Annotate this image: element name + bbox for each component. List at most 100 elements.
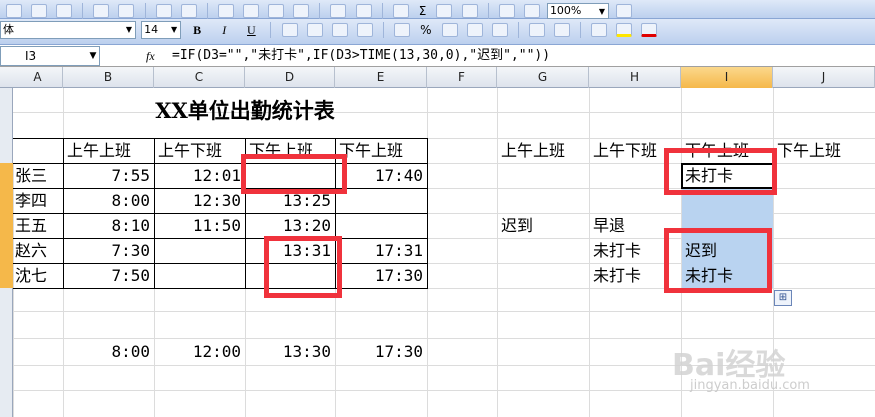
- time-cell[interactable]: 17:31: [335, 240, 423, 262]
- cut-icon[interactable]: [217, 3, 234, 18]
- time-cell[interactable]: [335, 190, 423, 212]
- time-cell[interactable]: 17:40: [335, 165, 423, 187]
- percent-button[interactable]: %: [420, 23, 431, 37]
- autosum-button[interactable]: Σ: [419, 4, 427, 18]
- table-border: [13, 213, 428, 214]
- increase-decimal-icon[interactable]: [466, 22, 483, 37]
- font-size-value: 14: [144, 22, 159, 36]
- print-preview-icon[interactable]: [118, 3, 135, 18]
- format-painter-icon[interactable]: [293, 3, 310, 18]
- time-cell[interactable]: [154, 265, 241, 287]
- align-center-icon[interactable]: [306, 22, 323, 37]
- merge-center-icon[interactable]: [356, 22, 373, 37]
- name-box[interactable]: I3: [0, 46, 100, 66]
- table-border: [13, 288, 428, 289]
- time-cell[interactable]: 7:55: [63, 165, 150, 187]
- toolbar-separator: [381, 2, 383, 19]
- time-cell[interactable]: 12:30: [154, 190, 241, 212]
- formula-input[interactable]: =IF(D3="","未打卡",IF(D3>TIME(13,30,0),"迟到"…: [172, 46, 550, 66]
- align-right-icon[interactable]: [331, 22, 348, 37]
- column-header-j[interactable]: J: [773, 67, 875, 88]
- status-cell[interactable]: 迟到: [501, 215, 533, 237]
- header-b: 上午上班: [67, 141, 132, 160]
- sort-descending-icon[interactable]: [461, 3, 478, 18]
- name-cell[interactable]: 赵六: [15, 240, 47, 262]
- table-border: [13, 163, 428, 164]
- status-cell[interactable]: 早退: [593, 215, 625, 237]
- standard-time-cell[interactable]: 17:30: [335, 341, 423, 363]
- table-border: [13, 238, 428, 239]
- borders-icon[interactable]: [591, 22, 608, 37]
- font-name-select[interactable]: 体 ▼: [0, 20, 136, 39]
- fill-color-icon[interactable]: [616, 22, 633, 37]
- time-cell[interactable]: 7:50: [63, 265, 150, 287]
- time-cell[interactable]: 8:00: [63, 190, 150, 212]
- name-cell[interactable]: 李四: [15, 190, 47, 212]
- column-header-g[interactable]: G: [497, 67, 589, 88]
- hyperlink-icon[interactable]: [392, 3, 409, 18]
- gridline: [497, 88, 498, 417]
- status-header-h: 上午下班: [593, 141, 658, 160]
- gridline: [13, 311, 875, 312]
- column-header-i[interactable]: I: [681, 67, 773, 88]
- decrease-indent-icon[interactable]: [529, 22, 545, 37]
- auto-fill-options-icon[interactable]: ⊞: [774, 290, 792, 306]
- zoom-select[interactable]: 100% ▼: [546, 2, 609, 19]
- toolbar-separator: [382, 21, 384, 38]
- decrease-decimal-icon[interactable]: [491, 22, 508, 37]
- italic-button[interactable]: I: [214, 20, 234, 40]
- help-icon[interactable]: [616, 3, 633, 18]
- align-left-icon[interactable]: [281, 22, 298, 37]
- time-cell[interactable]: 12:01: [154, 165, 241, 187]
- underline-button[interactable]: U: [241, 20, 261, 40]
- time-cell[interactable]: 7:30: [63, 240, 150, 262]
- currency-icon[interactable]: [394, 22, 411, 37]
- standard-time-cell[interactable]: 12:00: [154, 341, 241, 363]
- research-icon[interactable]: [180, 3, 197, 18]
- status-cell[interactable]: 未打卡: [593, 265, 641, 287]
- standard-time-cell[interactable]: 13:30: [245, 341, 331, 363]
- time-cell[interactable]: 8:10: [63, 215, 150, 237]
- column-header-d[interactable]: D: [245, 67, 335, 88]
- status-cell[interactable]: 未打卡: [593, 240, 641, 262]
- standard-time-cell[interactable]: 8:00: [63, 341, 150, 363]
- time-cell[interactable]: 11:50: [154, 215, 241, 237]
- save-icon[interactable]: [31, 3, 48, 18]
- table-border: [13, 263, 428, 264]
- permission-icon[interactable]: [56, 3, 73, 18]
- comma-style-icon[interactable]: [441, 22, 458, 37]
- name-cell[interactable]: 王五: [15, 215, 47, 237]
- column-header-h[interactable]: H: [589, 67, 681, 88]
- copy-icon[interactable]: [243, 3, 260, 18]
- sort-ascending-icon[interactable]: [436, 3, 453, 18]
- open-icon[interactable]: [6, 3, 22, 18]
- time-cell[interactable]: [154, 240, 241, 262]
- gridline: [427, 238, 875, 239]
- font-color-icon[interactable]: [641, 22, 658, 37]
- gridline: [427, 163, 875, 164]
- column-header-f[interactable]: F: [427, 67, 497, 88]
- status-header-j: 下午上班: [777, 141, 842, 160]
- column-header-a[interactable]: A: [13, 67, 63, 88]
- name-cell[interactable]: 张三: [15, 165, 47, 187]
- spelling-icon[interactable]: [155, 3, 172, 18]
- column-header-e[interactable]: E: [335, 67, 427, 88]
- insert-function-icon[interactable]: fx: [146, 46, 164, 66]
- chart-wizard-icon[interactable]: [498, 3, 515, 18]
- name-cell[interactable]: 沈七: [15, 265, 47, 287]
- font-size-select[interactable]: 14 ▼: [141, 20, 182, 39]
- time-cell[interactable]: 17:30: [335, 265, 423, 287]
- paste-icon[interactable]: [268, 3, 285, 18]
- time-cell[interactable]: 13:20: [245, 215, 331, 237]
- undo-icon[interactable]: [330, 3, 347, 18]
- increase-indent-icon[interactable]: [554, 22, 571, 37]
- column-header-b[interactable]: B: [63, 67, 154, 88]
- column-header-c[interactable]: C: [154, 67, 245, 88]
- drawing-icon[interactable]: [523, 3, 540, 18]
- redo-icon[interactable]: [355, 3, 372, 18]
- bold-button[interactable]: B: [187, 20, 207, 40]
- print-icon[interactable]: [93, 3, 110, 18]
- time-cell[interactable]: [335, 215, 423, 237]
- chevron-down-icon[interactable]: ▼: [86, 46, 100, 66]
- font-name-value: 体: [3, 22, 14, 36]
